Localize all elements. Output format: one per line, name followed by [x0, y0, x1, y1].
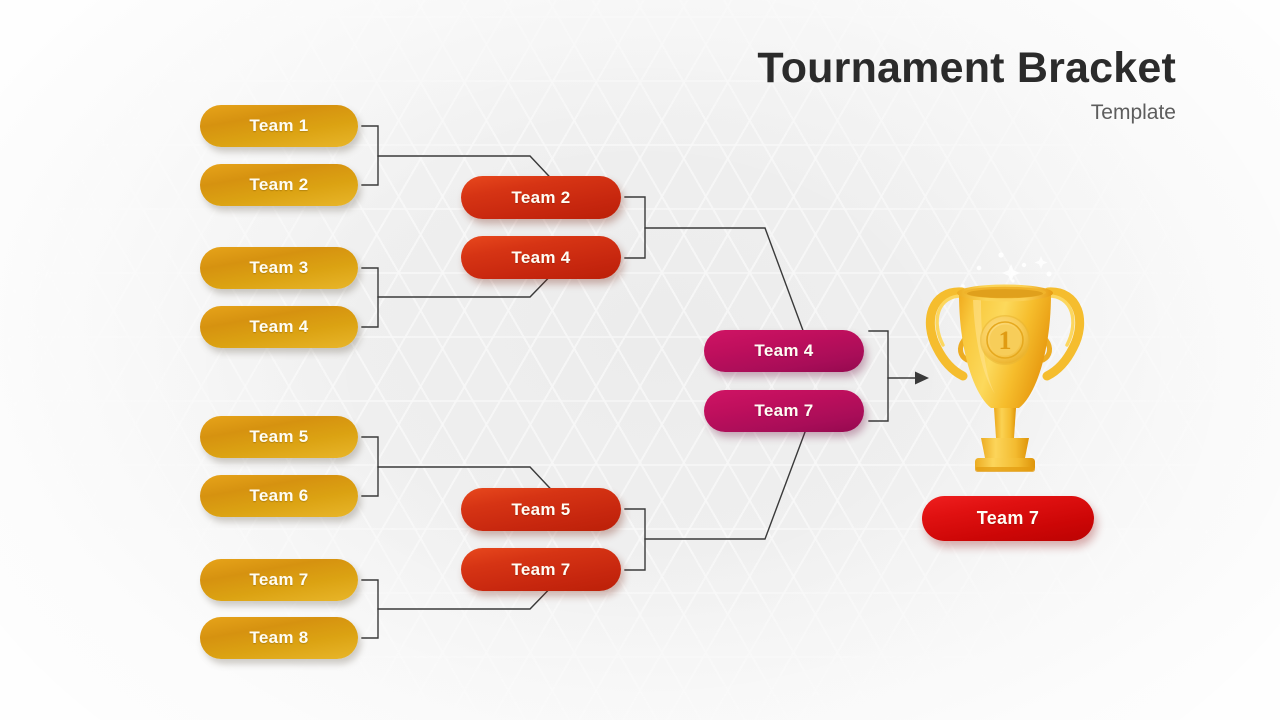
bracket-pill-label: Team 1	[249, 116, 309, 135]
bracket-pill-label: Team 7	[976, 508, 1040, 528]
bracket-pill-r1-6[interactable]: Team 6	[200, 475, 358, 517]
bracket-pill-label: Team 5	[511, 499, 571, 519]
page-subtitle: Template	[1090, 101, 1176, 125]
bracket-pill-r3-1[interactable]: Team 4	[704, 330, 864, 372]
bracket-pill-label: Team 3	[249, 258, 309, 277]
bracket-pill-r3-2[interactable]: Team 7	[704, 390, 864, 432]
page-title: Tournament Bracket	[757, 44, 1176, 92]
bracket-pill-label: Team 2	[249, 175, 309, 194]
bracket-pill-r1-1[interactable]: Team 1	[200, 105, 358, 147]
bracket-pill-r2-4[interactable]: Team 7	[461, 548, 621, 591]
trophy-rim-inner-shade	[967, 289, 1043, 298]
bracket-pill-r1-2[interactable]: Team 2	[200, 164, 358, 206]
bracket-pill-r1-7[interactable]: Team 7	[200, 559, 358, 601]
bracket-pill-label: Team 2	[511, 187, 571, 207]
bracket-pill-winner[interactable]: Team 7	[922, 496, 1094, 541]
trophy-stem	[994, 408, 1016, 438]
bracket-pill-label: Team 7	[754, 401, 814, 420]
trophy-medal: 1	[980, 315, 1030, 365]
trophy-medal-number: 1	[999, 326, 1012, 355]
bracket-pill-r2-2[interactable]: Team 4	[461, 236, 621, 279]
bracket-pill-label: Team 4	[511, 247, 571, 267]
trophy-icon: 1	[925, 252, 1085, 472]
bracket-pill-label: Team 8	[249, 628, 309, 647]
bracket-pill-r1-4[interactable]: Team 4	[200, 306, 358, 348]
bracket-pill-label: Team 7	[511, 559, 571, 579]
bracket-pill-label: Team 6	[249, 486, 309, 505]
page-header: Tournament Bracket Template	[757, 44, 1176, 125]
bracket-pill-r1-3[interactable]: Team 3	[200, 247, 358, 289]
bracket-pill-r1-8[interactable]: Team 8	[200, 617, 358, 659]
bracket-pill-r2-1[interactable]: Team 2	[461, 176, 621, 219]
bracket-pill-label: Team 4	[249, 317, 309, 336]
bracket-pill-r1-5[interactable]: Team 5	[200, 416, 358, 458]
bracket-pill-label: Team 4	[754, 341, 814, 360]
bracket-pill-label: Team 7	[249, 570, 309, 589]
trophy-collar	[981, 438, 1029, 458]
bracket-pill-label: Team 5	[249, 427, 309, 446]
trophy-base-shadow	[975, 467, 1035, 472]
bracket-pill-r2-3[interactable]: Team 5	[461, 488, 621, 531]
